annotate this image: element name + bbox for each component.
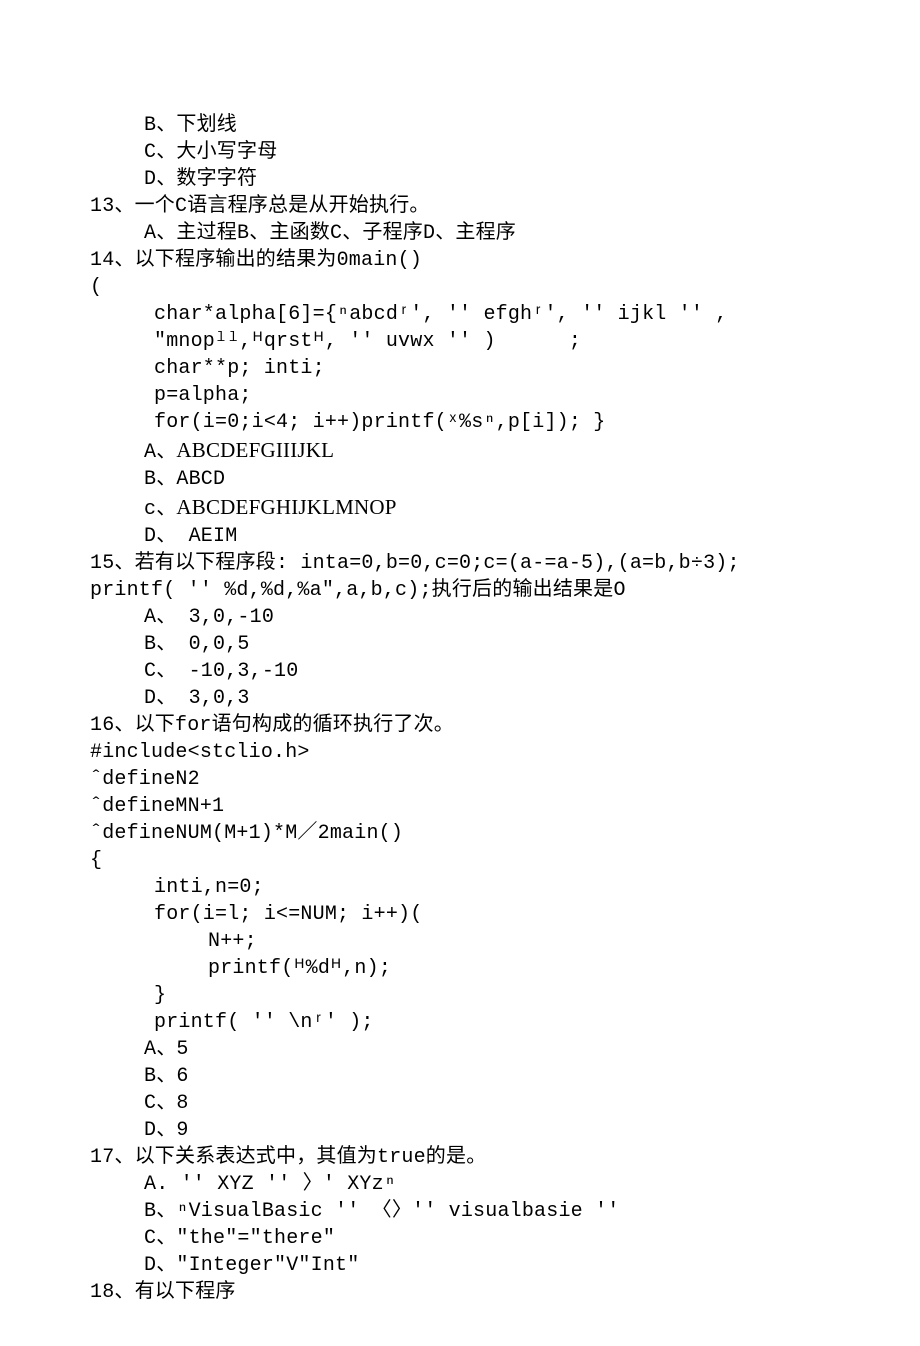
text-content: for(i=l; i<=NUM; i++)( [154, 903, 422, 926]
text-roman: ABCDEFGHIJKLMNOP [176, 495, 396, 519]
text-content: A、主过程B、主函数C、子程序D、主程序 [144, 222, 516, 245]
text-content: A、 [144, 441, 176, 464]
text-line: for(i=0;i<4; i++)printf(ˣ%sⁿ,p[i]); } [90, 409, 830, 436]
text-content: D、数字字符 [144, 168, 257, 191]
text-content: char**p; inti; [154, 357, 325, 380]
text-line: A、ABCDEFGIIIJKL [90, 436, 830, 466]
text-content: C、 -10,3,-10 [144, 660, 298, 683]
text-line: for(i=l; i<=NUM; i++)( [90, 901, 830, 928]
text-line: 18、有以下程序 [90, 1279, 830, 1306]
text-content: C、大小写字母 [144, 141, 277, 164]
text-line: A、5 [90, 1036, 830, 1063]
text-line: { [90, 847, 830, 874]
text-content: D、9 [144, 1119, 189, 1142]
text-content: B、ⁿVisualBasic '' 〈〉'' visualbasie '' [144, 1200, 632, 1223]
text-line: C、大小写字母 [90, 139, 830, 166]
text-line: D、″Integer″V″Int″ [90, 1252, 830, 1279]
text-content: N++; [208, 930, 257, 953]
text-line: ( [90, 274, 830, 301]
text-line: C、″the″=″there″ [90, 1225, 830, 1252]
text-content: #include<stclio.h> [90, 741, 310, 764]
text-content: for(i=0;i<4; i++)printf(ˣ%sⁿ,p[i]); } [154, 411, 605, 434]
text-line: printf(ᴴ%dᴴ,n); [90, 955, 830, 982]
text-line: D、9 [90, 1117, 830, 1144]
text-line: C、 -10,3,-10 [90, 658, 830, 685]
text-line: B、 0,0,5 [90, 631, 830, 658]
text-content: B、 0,0,5 [144, 633, 250, 656]
text-line: char**p; inti; [90, 355, 830, 382]
text-line: C、8 [90, 1090, 830, 1117]
text-line: 13、一个C语言程序总是从开始执行。 [90, 193, 830, 220]
text-content: ( [90, 276, 102, 299]
text-line: A、主过程B、主函数C、子程序D、主程序 [90, 220, 830, 247]
text-content: p=alpha; [154, 384, 252, 407]
text-content: char*alpha[6]={ⁿabcdʳ', '' efghʳ', '' ij… [154, 303, 728, 353]
text-line: B、下划线 [90, 112, 830, 139]
text-line: printf( '' %d,%d,%a″,a,b,c);执行后的输出结果是O [90, 577, 830, 604]
text-line: inti,n=0; [90, 874, 830, 901]
text-line: 16、以下for语句构成的循环执行了次。 [90, 712, 830, 739]
text-content: D、 AEIM [144, 525, 237, 548]
text-line: A. '' XYZ '' 〉' XYzⁿ [90, 1171, 830, 1198]
text-line: B、6 [90, 1063, 830, 1090]
text-line: ˆdefineNUM(M+1)*M／2main() [90, 820, 830, 847]
text-content: 15、若有以下程序段: inta=0,b=0,c=0;c=(a-=a-5),(a… [90, 552, 740, 575]
text-line: ˆdefineMN+1 [90, 793, 830, 820]
text-line: 15、若有以下程序段: inta=0,b=0,c=0;c=(a-=a-5),(a… [90, 550, 830, 577]
text-content: printf( '' %d,%d,%a″,a,b,c);执行后的输出结果是O [90, 579, 626, 602]
text-line: } [90, 982, 830, 1009]
text-line: printf( '' \nʳ' ); [90, 1009, 830, 1036]
text-line: D、 AEIM [90, 523, 830, 550]
text-line: N++; [90, 928, 830, 955]
text-content: ˆdefineN2 [90, 768, 200, 791]
text-content: B、6 [144, 1065, 189, 1088]
text-line: B、ABCD [90, 466, 830, 493]
text-line: ˆdefineN2 [90, 766, 830, 793]
text-line: 17、以下关系表达式中，其值为true的是。 [90, 1144, 830, 1171]
text-content: inti,n=0; [154, 876, 264, 899]
text-content: 17、以下关系表达式中，其值为true的是。 [90, 1146, 486, 1169]
text-roman: ABCDEFGIIIJKL [176, 438, 334, 462]
text-line: 14、以下程序输出的结果为0main() [90, 247, 830, 274]
text-line: p=alpha; [90, 382, 830, 409]
text-content: ˆdefineNUM(M+1)*M／2main() [90, 822, 403, 845]
text-content: 13、一个C语言程序总是从开始执行。 [90, 195, 430, 218]
text-content: C、8 [144, 1092, 189, 1115]
text-content: 14、以下程序输出的结果为0main() [90, 249, 422, 272]
document-page: B、下划线 C、大小写字母 D、数字字符 13、一个C语言程序总是从开始执行。 A、主过… [0, 0, 920, 1346]
text-line: char*alpha[6]={ⁿabcdʳ', '' efghʳ', '' ij… [90, 301, 830, 355]
text-line: D、数字字符 [90, 166, 830, 193]
text-content: ˆdefineMN+1 [90, 795, 224, 818]
text-content: printf( '' \nʳ' ); [154, 1011, 374, 1034]
text-line: D、 3,0,3 [90, 685, 830, 712]
text-line: c、ABCDEFGHIJKLMNOP [90, 493, 830, 523]
text-content: C、″the″=″there″ [144, 1227, 335, 1250]
text-content: A、 3,0,-10 [144, 606, 274, 629]
text-content: A. '' XYZ '' 〉' XYzⁿ [144, 1173, 396, 1196]
text-line: A、 3,0,-10 [90, 604, 830, 631]
text-content: printf(ᴴ%dᴴ,n); [208, 957, 391, 980]
text-content: 16、以下for语句构成的循环执行了次。 [90, 714, 454, 737]
text-content: D、 3,0,3 [144, 687, 250, 710]
text-content: D、″Integer″V″Int″ [144, 1254, 359, 1277]
text-content: B、下划线 [144, 114, 237, 137]
text-content: A、5 [144, 1038, 189, 1061]
text-line: B、ⁿVisualBasic '' 〈〉'' visualbasie '' [90, 1198, 830, 1225]
text-content: } [154, 984, 166, 1007]
text-line: #include<stclio.h> [90, 739, 830, 766]
text-content: B、ABCD [144, 468, 225, 491]
text-content: { [90, 849, 102, 872]
text-content: c、 [144, 498, 176, 521]
